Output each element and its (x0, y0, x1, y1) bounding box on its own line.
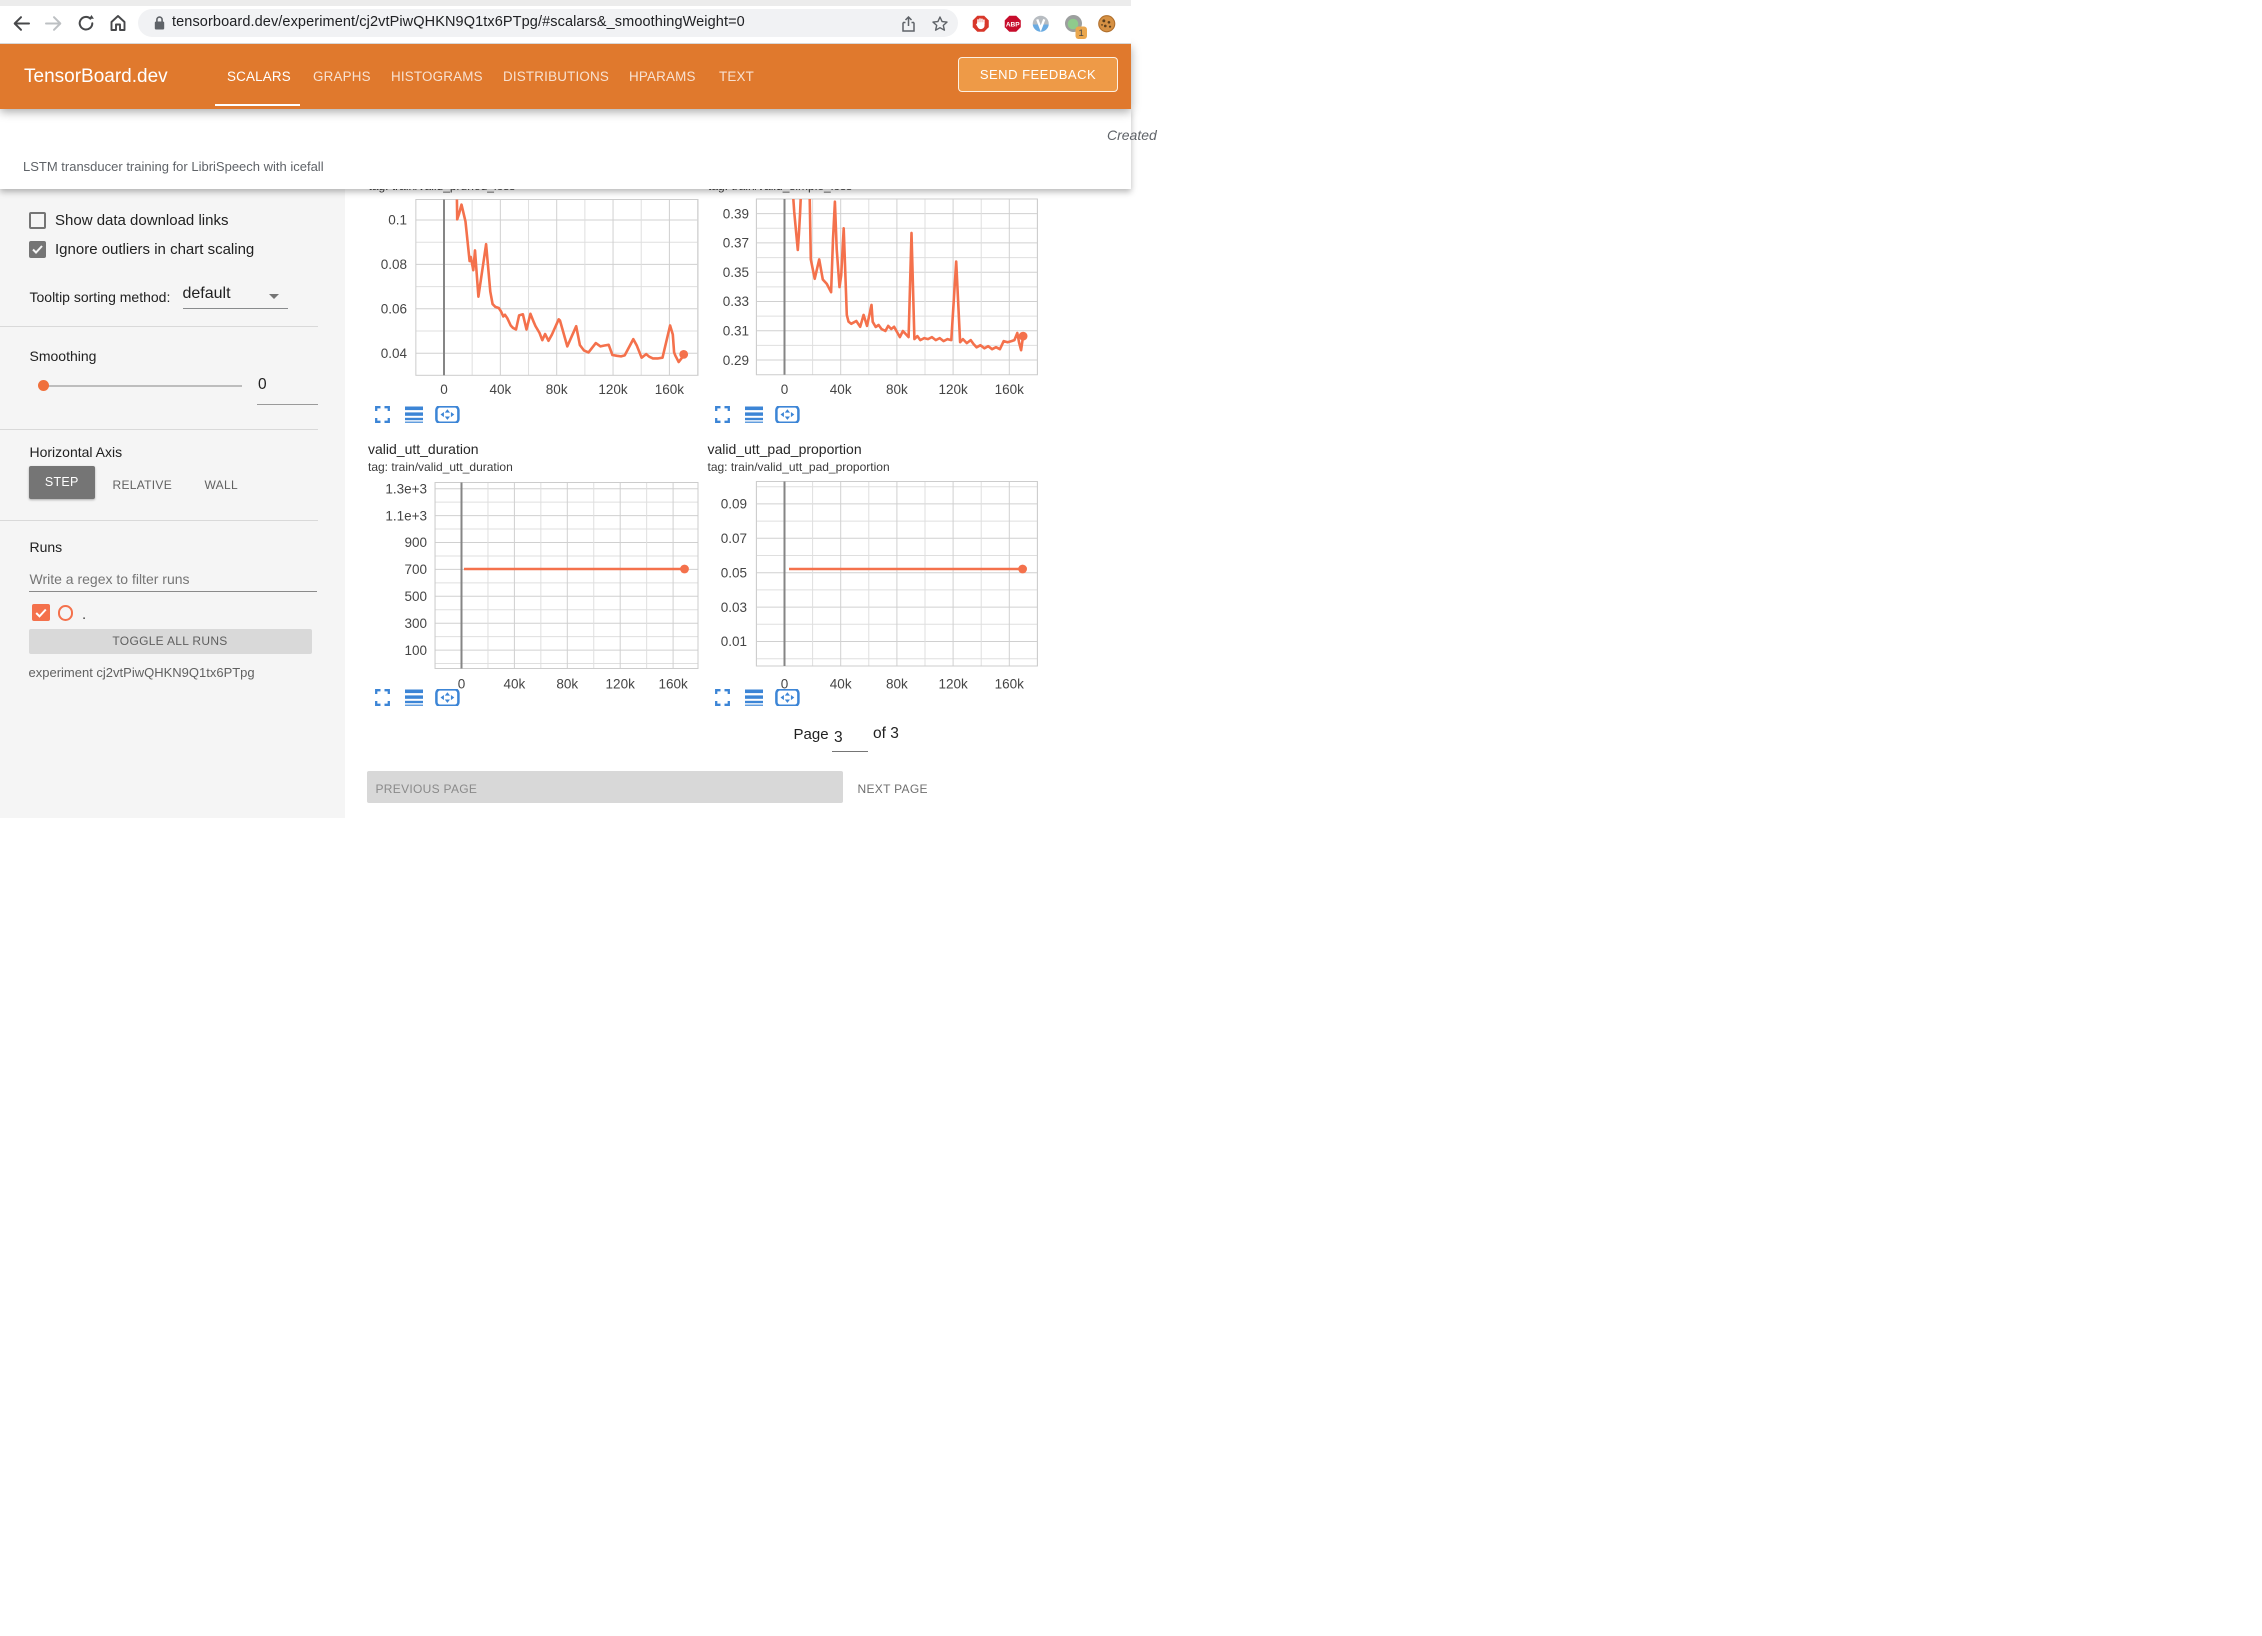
svg-text:80k: 80k (886, 677, 908, 692)
svg-text:0.07: 0.07 (721, 531, 747, 546)
svg-text:0.09: 0.09 (721, 497, 747, 512)
svg-text:ABP: ABP (1006, 22, 1020, 29)
svg-text:40k: 40k (830, 677, 852, 692)
svg-text:0.01: 0.01 (721, 634, 747, 649)
svg-text:0.05: 0.05 (721, 565, 747, 580)
svg-text:160k: 160k (995, 677, 1025, 692)
svg-text:0.03: 0.03 (721, 600, 747, 615)
svg-text:1: 1 (1079, 28, 1084, 39)
svg-text:120k: 120k (938, 677, 968, 692)
